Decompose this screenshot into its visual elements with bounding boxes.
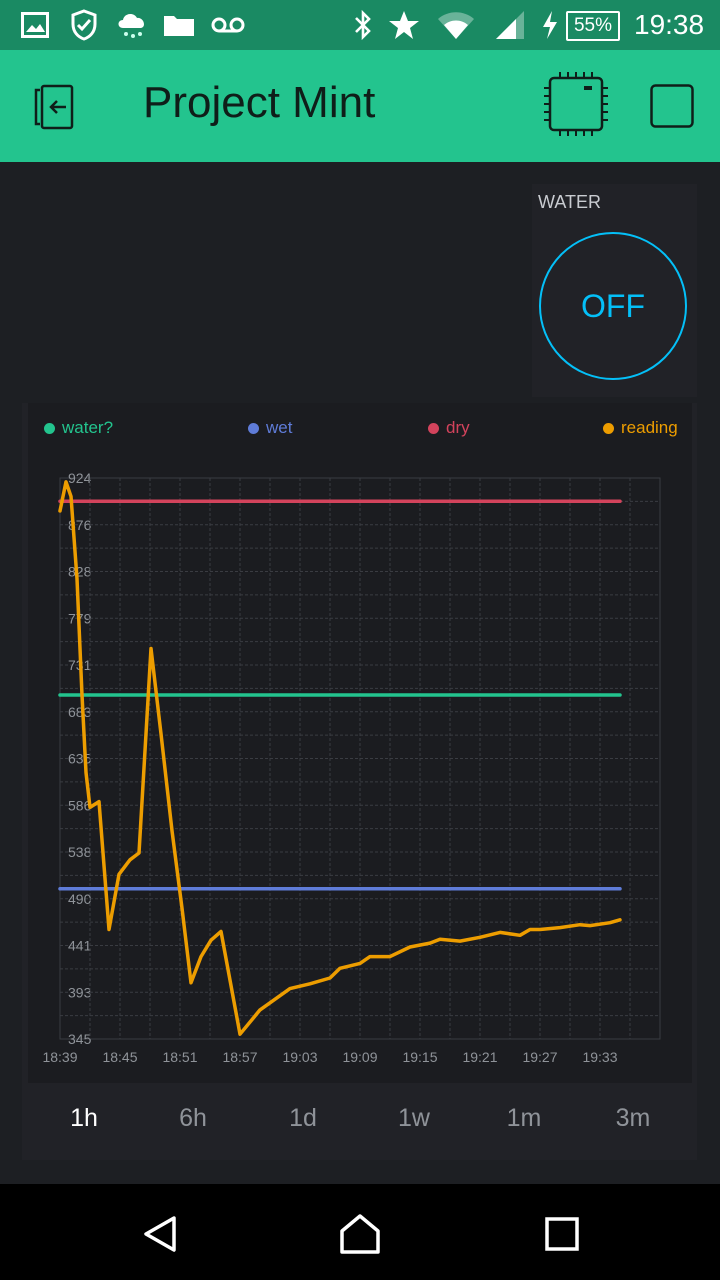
voicemail-icon — [210, 8, 246, 42]
exit-icon[interactable] — [30, 82, 82, 132]
range-button-1d[interactable]: 1d — [263, 1093, 343, 1143]
recents-icon[interactable] — [540, 1212, 584, 1256]
range-button-1h[interactable]: 1h — [44, 1093, 124, 1143]
x-tick-label: 19:33 — [582, 1049, 617, 1065]
navigation-bar — [0, 1184, 720, 1280]
x-tick-label: 18:57 — [222, 1049, 257, 1065]
range-button-6h[interactable]: 6h — [153, 1093, 233, 1143]
home-icon[interactable] — [338, 1212, 382, 1256]
weather-icon — [114, 8, 150, 42]
x-tick-label: 19:21 — [462, 1049, 497, 1065]
time-range-selector: 1h 6h 1d 1w 1m 3m — [22, 1093, 697, 1143]
chart-card: water? wet dry reading 924 876 828 779 731 683 63… — [22, 403, 697, 1160]
stop-square-icon[interactable] — [650, 84, 694, 128]
x-tick-label: 19:15 — [402, 1049, 437, 1065]
back-icon[interactable] — [138, 1212, 182, 1256]
y-tick-label: 683 — [68, 704, 92, 720]
y-tick-label: 441 — [68, 938, 92, 954]
water-toggle-button[interactable]: OFF — [539, 232, 687, 380]
x-tick-label: 18:51 — [162, 1049, 197, 1065]
water-widget: WATER OFF — [532, 184, 697, 397]
device-chip-icon[interactable] — [542, 70, 610, 138]
chart-area: water? wet dry reading 924 876 828 779 731 683 63… — [28, 403, 692, 1083]
app-bar: Project Mint — [0, 50, 720, 162]
x-tick-label: 18:39 — [42, 1049, 77, 1065]
status-time: 19:38 — [634, 9, 705, 40]
y-tick-label: 635 — [68, 751, 92, 767]
y-tick-label: 345 — [68, 1031, 92, 1047]
status-bar: 55% 19:38 — [0, 0, 720, 50]
bluetooth-icon — [352, 8, 374, 42]
x-tick-label: 19:27 — [522, 1049, 557, 1065]
water-widget-label: WATER — [538, 192, 601, 212]
shield-check-icon — [70, 8, 98, 42]
charging-icon — [540, 8, 560, 42]
signal-icon — [494, 8, 526, 42]
x-tick-label: 19:03 — [282, 1049, 317, 1065]
star-icon — [388, 8, 420, 42]
range-button-3m[interactable]: 3m — [593, 1093, 673, 1143]
line-chart[interactable]: 9248768287797316836355865384904413933451… — [28, 403, 692, 1083]
y-tick-label: 393 — [68, 984, 92, 1000]
y-tick-label: 490 — [68, 891, 92, 907]
battery-indicator: 55% — [566, 11, 620, 41]
y-tick-label: 828 — [68, 564, 92, 580]
gallery-icon — [20, 8, 50, 42]
x-tick-label: 18:45 — [102, 1049, 137, 1065]
range-button-1w[interactable]: 1w — [374, 1093, 454, 1143]
wifi-icon — [436, 8, 476, 42]
y-tick-label: 538 — [68, 844, 92, 860]
y-tick-label: 924 — [68, 470, 92, 486]
folder-icon — [162, 8, 196, 42]
page-title: Project Mint — [143, 78, 376, 127]
range-button-1m[interactable]: 1m — [484, 1093, 564, 1143]
x-tick-label: 19:09 — [342, 1049, 377, 1065]
